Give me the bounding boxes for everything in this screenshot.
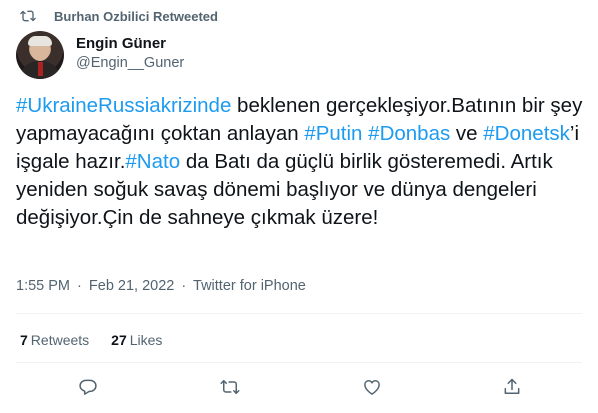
- divider: [16, 362, 582, 363]
- hashtag-link[interactable]: #Donetsk: [483, 122, 570, 145]
- retweets-stat[interactable]: 7 Retweets: [20, 332, 89, 348]
- reply-icon: [79, 379, 97, 395]
- retweet-icon: [220, 380, 240, 394]
- avatar[interactable]: [16, 31, 64, 79]
- likes-stat[interactable]: 27 Likes: [111, 332, 162, 348]
- share-button[interactable]: [501, 376, 523, 398]
- tweet-actions: [0, 376, 598, 402]
- like-button[interactable]: [361, 376, 383, 398]
- retweets-label: Retweets: [30, 332, 90, 348]
- divider: [16, 313, 582, 314]
- tweet-text-segment: ve: [450, 122, 484, 145]
- retweet-context-label: Burhan Ozbilici Retweeted: [54, 8, 218, 24]
- hashtag-link[interactable]: #UkraineRussiakrizinde: [16, 94, 231, 117]
- tweet-text: #UkraineRussiakrizinde beklenen gerçekle…: [16, 92, 586, 232]
- likes-label: Likes: [129, 332, 163, 348]
- retweets-count: 7: [20, 332, 28, 348]
- likes-count: 27: [111, 332, 127, 348]
- reply-button[interactable]: [77, 376, 99, 398]
- tweet-time[interactable]: 1:55 PM: [16, 278, 70, 294]
- author-name[interactable]: Engin Güner: [76, 35, 166, 52]
- retweet-icon: [20, 10, 36, 22]
- share-icon: [504, 378, 520, 394]
- meta-separator: ·: [77, 278, 82, 294]
- meta-separator: ·: [181, 278, 187, 294]
- tweet-date[interactable]: Feb 21, 2022: [89, 278, 174, 294]
- author-handle[interactable]: @Engin__Guner: [76, 55, 184, 71]
- like-icon: [364, 380, 380, 395]
- hashtag-link[interactable]: #Nato: [125, 150, 180, 173]
- hashtag-link[interactable]: #Donbas: [368, 122, 450, 145]
- retweet-button[interactable]: [219, 376, 241, 398]
- hashtag-link[interactable]: #Putin: [304, 122, 362, 145]
- retweet-context[interactable]: Burhan Ozbilici Retweeted: [20, 8, 218, 24]
- tweet-meta: 1:55 PM · Feb 21, 2022 · Twitter for iPh…: [16, 278, 306, 294]
- tweet-stats: 7 Retweets 27 Likes: [20, 332, 162, 348]
- tweet-source[interactable]: Twitter for iPhone: [193, 278, 306, 294]
